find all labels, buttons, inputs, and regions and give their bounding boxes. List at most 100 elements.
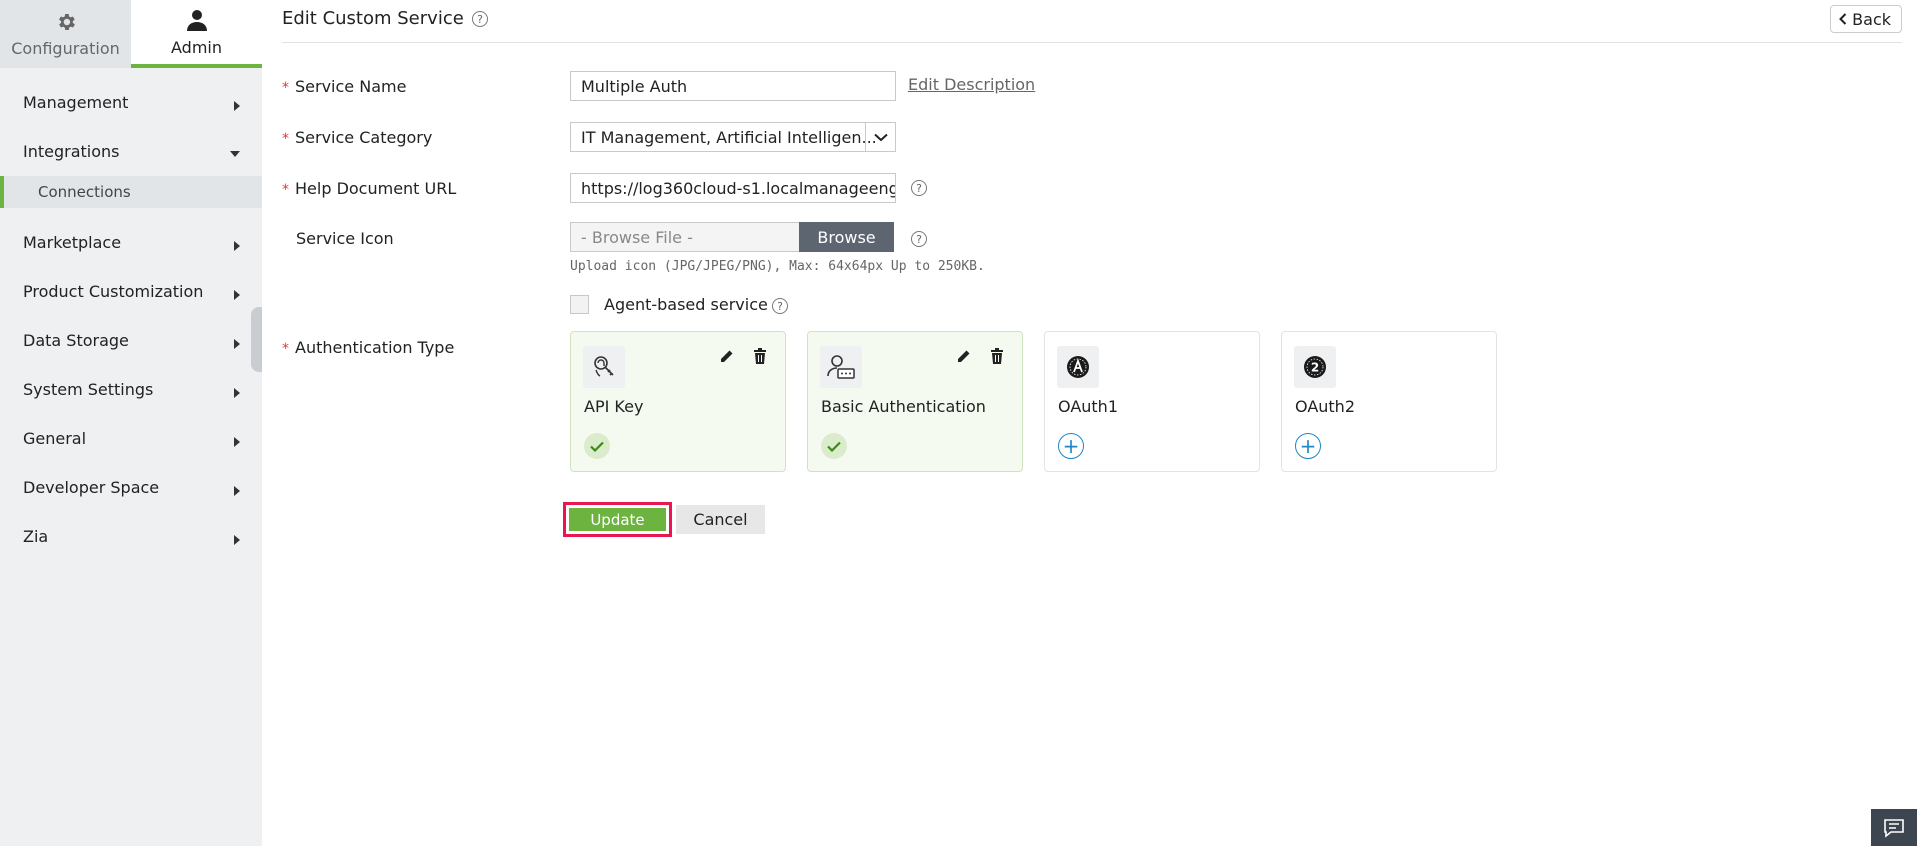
sidebar-item-general[interactable]: General — [0, 414, 262, 463]
tab-admin[interactable]: Admin — [131, 0, 262, 68]
service-name-value: Multiple Auth — [581, 76, 688, 96]
delete-icon[interactable] — [990, 348, 1004, 364]
chevron-left-icon — [1839, 13, 1847, 25]
service-category-value: IT Management, Artificial Intelligen... — [581, 127, 877, 147]
help-url-input[interactable]: https://log360cloud-s1.localmanageeng — [570, 173, 896, 203]
browse-button[interactable]: Browse — [799, 222, 894, 252]
service-icon-label: Service Icon — [282, 229, 394, 248]
sidebar-item-data-storage[interactable]: Data Storage — [0, 316, 262, 365]
agent-based-checkbox[interactable] — [570, 295, 589, 314]
chevron-right-icon — [234, 338, 240, 349]
browse-file-placeholder: - Browse File - — [581, 227, 693, 247]
chevron-right-icon — [234, 240, 240, 251]
help-icon[interactable]: ? — [472, 11, 488, 27]
required-marker: * — [282, 131, 289, 147]
help-icon[interactable]: ? — [772, 298, 788, 314]
sidebar-subitem-connections[interactable]: Connections — [0, 176, 262, 208]
chevron-right-icon — [234, 289, 240, 300]
browse-file-field[interactable]: - Browse File - — [570, 222, 800, 252]
edit-icon[interactable] — [956, 348, 972, 364]
chevron-down-icon[interactable] — [865, 123, 895, 151]
service-icon-label-text: Service Icon — [296, 229, 394, 248]
service-name-label: * Service Name — [282, 77, 406, 96]
back-button-label: Back — [1852, 9, 1891, 29]
user-icon — [186, 9, 207, 31]
service-category-label: * Service Category — [282, 128, 432, 147]
gear-icon — [58, 13, 75, 30]
sidebar-item-integrations[interactable]: Integrations — [0, 127, 262, 176]
chevron-right-icon — [234, 436, 240, 447]
upload-hint: Upload icon (JPG/JPEG/PNG), Max: 64x64px… — [570, 259, 985, 274]
auth-card-api-key[interactable]: API Key — [570, 331, 786, 472]
sidebar-item-developer-space[interactable]: Developer Space — [0, 463, 262, 512]
chevron-right-icon — [234, 534, 240, 545]
sidebar-item-label: System Settings — [23, 380, 154, 399]
auth-card-basic-authentication[interactable]: Basic Authentication — [807, 331, 1023, 472]
required-marker: * — [282, 341, 289, 357]
edit-description-link[interactable]: Edit Description — [908, 75, 1035, 94]
help-url-label: * Help Document URL — [282, 179, 456, 198]
help-url-label-text: Help Document URL — [295, 179, 457, 198]
oauth2-icon: 2 — [1294, 346, 1336, 388]
auth-card-label: Basic Authentication — [821, 397, 986, 416]
sidebar-item-label: Developer Space — [23, 478, 160, 497]
sidebar-item-label: General — [23, 429, 87, 448]
sidebar-top-tabs: Configuration Admin — [0, 0, 262, 68]
auth-card-oauth2[interactable]: 2 OAuth2 + — [1281, 331, 1497, 472]
agent-based-label: Agent-based service — [604, 295, 768, 314]
chevron-right-icon — [234, 100, 240, 111]
sidebar-item-label: Management — [23, 93, 129, 112]
auth-card-label: OAuth1 — [1058, 397, 1118, 416]
tab-admin-label: Admin — [171, 37, 222, 57]
sidebar-item-zia[interactable]: Zia — [0, 512, 262, 561]
update-button[interactable]: Update — [569, 508, 666, 531]
chevron-right-icon — [234, 485, 240, 496]
edit-icon[interactable] — [719, 348, 735, 364]
auth-card-label: API Key — [584, 397, 644, 416]
sidebar-collapse-handle[interactable] — [251, 307, 262, 372]
sidebar-item-label: Integrations — [23, 142, 120, 161]
required-marker: * — [282, 182, 289, 198]
oauth1-icon — [1057, 346, 1099, 388]
service-category-select[interactable]: IT Management, Artificial Intelligen... — [570, 122, 896, 152]
chevron-down-icon — [230, 150, 240, 157]
service-category-label-text: Service Category — [295, 128, 433, 147]
sidebar-item-management[interactable]: Management — [0, 78, 262, 127]
user-password-icon — [820, 346, 862, 388]
add-icon[interactable]: + — [1295, 433, 1321, 459]
sidebar-item-marketplace[interactable]: Marketplace — [0, 218, 262, 267]
service-name-label-text: Service Name — [295, 77, 407, 96]
auth-card-oauth1[interactable]: OAuth1 + — [1044, 331, 1260, 472]
checkmark-icon — [584, 433, 610, 459]
auth-type-label: * Authentication Type — [282, 338, 454, 357]
sidebar-item-system-settings[interactable]: System Settings — [0, 365, 262, 414]
back-button[interactable]: Back — [1830, 5, 1902, 33]
required-marker: * — [282, 80, 289, 96]
cancel-button[interactable]: Cancel — [676, 505, 765, 534]
chat-icon — [1884, 818, 1904, 838]
auth-type-label-text: Authentication Type — [295, 338, 455, 357]
tab-configuration-label: Configuration — [11, 38, 120, 58]
sidebar-item-product-customization[interactable]: Product Customization — [0, 267, 262, 316]
sidebar: Configuration Admin Management Integrati… — [0, 0, 262, 846]
delete-icon[interactable] — [753, 348, 767, 364]
help-icon[interactable]: ? — [911, 180, 927, 196]
svg-text:2: 2 — [1311, 361, 1319, 375]
checkmark-icon — [821, 433, 847, 459]
chat-button[interactable] — [1871, 809, 1917, 846]
sidebar-item-label: Data Storage — [23, 331, 129, 350]
service-name-input[interactable]: Multiple Auth — [570, 71, 896, 101]
help-url-value: https://log360cloud-s1.localmanageeng — [581, 178, 896, 198]
main-content: Edit Custom Service ? Back * Service Name… — [262, 0, 1919, 846]
sidebar-item-label: Connections — [38, 183, 131, 201]
tab-configuration[interactable]: Configuration — [0, 0, 131, 68]
help-icon[interactable]: ? — [911, 231, 927, 247]
sidebar-item-label: Zia — [23, 527, 49, 546]
auth-card-label: OAuth2 — [1295, 397, 1355, 416]
sidebar-nav: Management Integrations Connections Mark… — [0, 78, 262, 561]
add-icon[interactable]: + — [1058, 433, 1084, 459]
update-button-highlight: Update — [563, 502, 672, 537]
page-title: Edit Custom Service — [282, 8, 464, 29]
fingerprint-key-icon — [583, 346, 625, 388]
page-header: Edit Custom Service ? Back — [282, 0, 1902, 43]
